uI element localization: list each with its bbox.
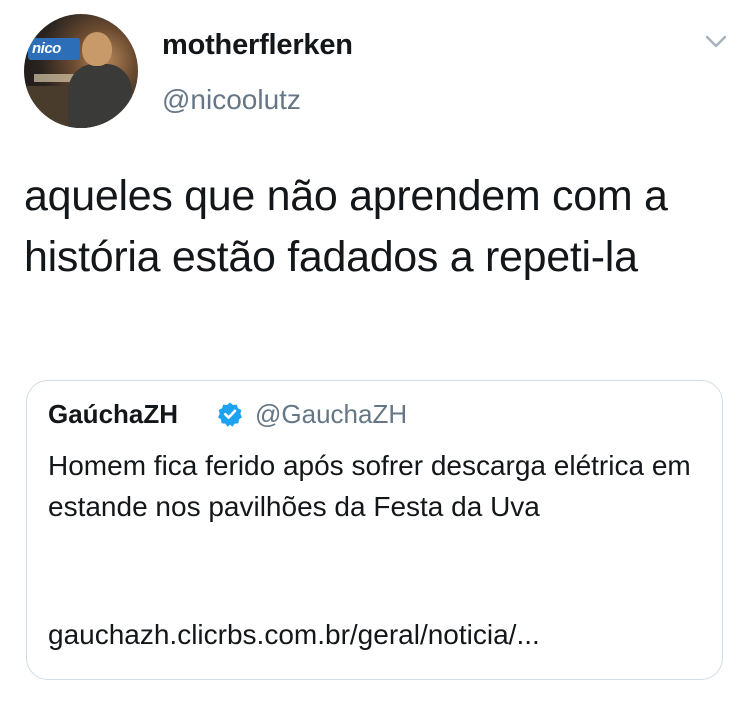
avatar-person-body (68, 64, 132, 128)
tweet-card: nico motherflerken @nicoolutz aqueles qu… (0, 0, 750, 705)
author-display-name[interactable]: motherflerken (162, 29, 353, 62)
quoted-tweet[interactable]: GaúchaZH @GauchaZH Homem fica ferido apó… (26, 380, 723, 680)
quoted-display-name: GaúchaZH (48, 399, 179, 429)
avatar-sign-text: nico (32, 40, 61, 57)
avatar-person-head (82, 32, 112, 66)
tweet-text: aqueles que não aprendem com a história … (24, 172, 668, 281)
author-handle[interactable]: @nicoolutz (162, 84, 301, 116)
chevron-down-icon[interactable] (703, 32, 729, 52)
quoted-tweet-link[interactable]: gauchazh.clicrbs.com.br/geral/noticia/..… (48, 619, 540, 651)
avatar[interactable]: nico (24, 14, 138, 128)
quoted-handle: @GauchaZH (255, 399, 408, 429)
verified-badge-icon (218, 402, 242, 427)
quoted-tweet-text: Homem fica ferido após sofrer descarga e… (48, 450, 691, 522)
avatar-light (34, 74, 74, 82)
